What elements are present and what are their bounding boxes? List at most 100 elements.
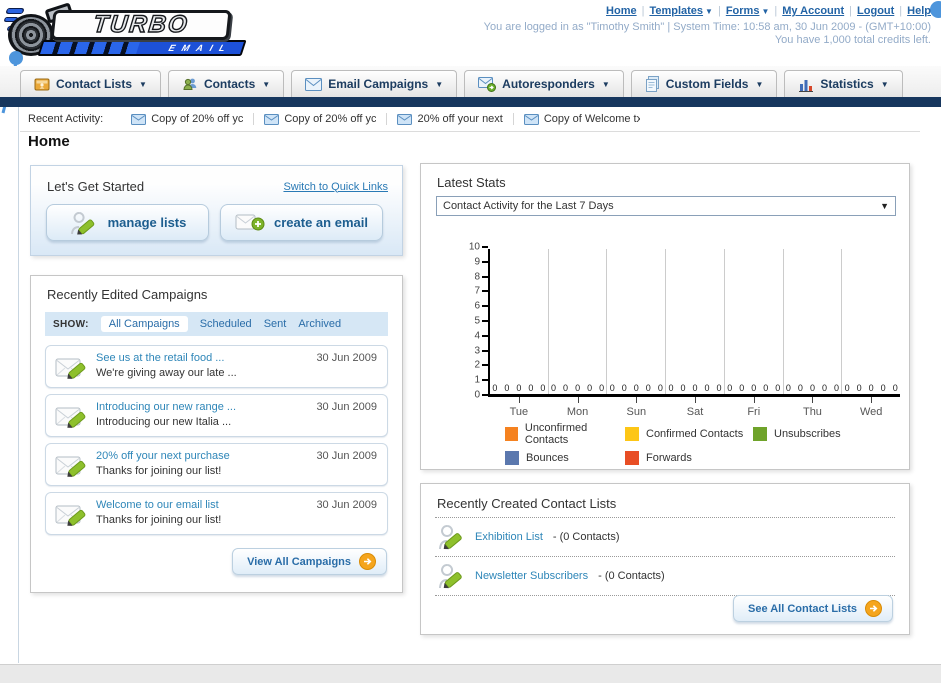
divider: | (717, 5, 721, 17)
create-an-email-button[interactable]: create an email (220, 204, 383, 241)
envelope-icon (131, 113, 147, 125)
create-email-icon (235, 214, 265, 230)
contact-list-count: - (0 Contacts) (598, 570, 665, 582)
x-axis-tick (577, 397, 579, 403)
x-axis-label: Thu (802, 406, 822, 418)
campaign-row[interactable]: See us at the retail food ... We're givi… (45, 345, 388, 388)
arrow-circle-icon (865, 600, 882, 617)
show-label: SHOW: (53, 318, 89, 330)
envelope-pencil-icon (55, 505, 86, 526)
envelope-icon (397, 113, 413, 125)
x-axis-label: Tue (509, 406, 529, 418)
campaigns-title: Recently Edited Campaigns (47, 287, 208, 302)
contact-lists-panel: Recently Created Contact Lists Exhibitio… (420, 483, 910, 635)
latest-stats-title: Latest Stats (437, 175, 506, 190)
turbo-email-logo[interactable]: EMAIL TURBO (2, 2, 247, 60)
contact-lists-icon (34, 78, 50, 91)
legend-swatch (753, 427, 767, 441)
campaign-row[interactable]: Introducing our new range ... Introducin… (45, 394, 388, 437)
data-value: 0 (504, 383, 510, 393)
stats-dropdown[interactable]: Contact Activity for the Last 7 Days ▼ (436, 196, 896, 216)
tab-contacts[interactable]: Contacts ▼ (167, 70, 285, 97)
filter-all-campaigns[interactable]: All Campaigns (100, 316, 188, 332)
contact-list-link[interactable]: Newsletter Subscribers (475, 570, 588, 582)
contact-list-row[interactable]: Newsletter Subscribers - (0 Contacts) (421, 557, 909, 596)
envelope-pencil-icon (55, 407, 86, 428)
credits-info: You have 1,000 total credits left. (774, 34, 931, 46)
logo-title: TURBO (91, 10, 191, 38)
latest-stats-panel: Latest Stats Contact Activity for the La… (420, 163, 910, 470)
tab-contact-lists[interactable]: Contact Lists ▼ (20, 70, 161, 97)
legend-item: Confirmed Contacts (625, 422, 753, 446)
top-nav-link-forms[interactable]: Forms (726, 5, 760, 17)
contact-list-count: - (0 Contacts) (552, 531, 620, 543)
data-value: 0 (551, 383, 557, 393)
campaign-title-link[interactable]: Introducing our new range ... (96, 401, 236, 413)
recent-activity-item[interactable]: Copy of 20% off yc (253, 113, 386, 125)
divider: | (899, 5, 903, 17)
chevron-down-icon: ▼ (705, 7, 713, 16)
contact-list-link[interactable]: Exhibition List (475, 531, 543, 543)
chart-day-group: 00000 Wed (842, 249, 900, 418)
campaign-row[interactable]: Welcome to our email list Thanks for joi… (45, 492, 388, 535)
statistics-icon (799, 79, 814, 92)
legend-item: Unsubscribes (753, 422, 841, 446)
data-value: 0 (563, 383, 569, 393)
data-value: 0 (856, 383, 862, 393)
campaign-title-link[interactable]: 20% off your next purchase (96, 450, 230, 462)
autoresponders-icon (478, 76, 497, 92)
top-nav-link-my-account[interactable]: My Account (782, 5, 844, 17)
x-axis-label: Mon (566, 406, 589, 418)
campaign-row[interactable]: 20% off your next purchase Thanks for jo… (45, 443, 388, 486)
campaign-title-link[interactable]: Welcome to our email list (96, 499, 219, 511)
recent-activity-bar: Recent Activity: Copy of 20% off yc Copy… (0, 107, 941, 131)
campaign-date: 30 Jun 2009 (316, 450, 377, 462)
tab-custom-fields[interactable]: Custom Fields ▼ (630, 70, 778, 97)
tab-email-campaigns[interactable]: Email Campaigns ▼ (291, 70, 458, 97)
logo-stripes (40, 42, 140, 54)
contact-list-row[interactable]: Exhibition List - (0 Contacts) (421, 518, 909, 557)
top-nav-link-logout[interactable]: Logout (857, 5, 894, 17)
tab-autoresponders[interactable]: Autoresponders ▼ (464, 70, 624, 97)
chart-values: 00000 (842, 383, 900, 393)
chevron-down-icon: ▼ (262, 79, 271, 89)
see-all-contact-lists-button[interactable]: See All Contact Lists (732, 595, 893, 622)
envelope-pencil-icon (55, 358, 86, 379)
chevron-down-icon: ▼ (435, 79, 444, 89)
top-nav-link-home[interactable]: Home (606, 5, 637, 17)
manage-lists-button[interactable]: manage lists (46, 204, 209, 241)
y-axis-tick (482, 246, 488, 248)
legend-item: Bounces (505, 451, 625, 465)
filter-scheduled[interactable]: Scheduled (200, 318, 252, 330)
x-axis-label: Sat (686, 406, 704, 418)
recent-activity-item[interactable]: 20% off your next (386, 113, 512, 125)
data-value: 0 (704, 383, 710, 393)
data-value: 0 (540, 383, 546, 393)
top-nav-link-help[interactable]: Help (907, 5, 931, 17)
tab-statistics[interactable]: Statistics ▼ (784, 70, 903, 97)
custom-fields-icon (645, 76, 659, 92)
chart-day-group: 00000 Tue (490, 249, 549, 418)
switch-quick-links-link[interactable]: Switch to Quick Links (283, 181, 388, 193)
recent-activity-item[interactable]: Copy of 20% off yc (121, 113, 253, 125)
button-label: create an email (274, 215, 368, 230)
campaign-subtitle: Thanks for joining our list! (96, 514, 222, 526)
data-value: 0 (809, 383, 815, 393)
filter-archived[interactable]: Archived (298, 318, 341, 330)
campaign-title-link[interactable]: See us at the retail food ... (96, 352, 224, 364)
top-nav-link-templates[interactable]: Templates (649, 5, 703, 17)
chart-values: 00000 (725, 383, 783, 393)
campaign-subtitle: We're giving away our late ... (96, 367, 237, 379)
legend-item: Forwards (625, 451, 753, 465)
legend-label: Forwards (646, 452, 692, 464)
flame-icon (3, 8, 27, 14)
chart-values: 00000 (784, 383, 842, 393)
recent-activity-item[interactable]: Copy of Welcome tx (512, 113, 650, 125)
y-axis-label: 5 (474, 315, 480, 327)
recent-activity-label: 20% off your next (417, 113, 503, 125)
chart-values: 00000 (666, 383, 724, 393)
filter-sent[interactable]: Sent (264, 318, 287, 330)
data-value: 0 (763, 383, 769, 393)
y-axis-label: 3 (474, 345, 480, 357)
view-all-campaigns-button[interactable]: View All Campaigns (232, 548, 387, 575)
